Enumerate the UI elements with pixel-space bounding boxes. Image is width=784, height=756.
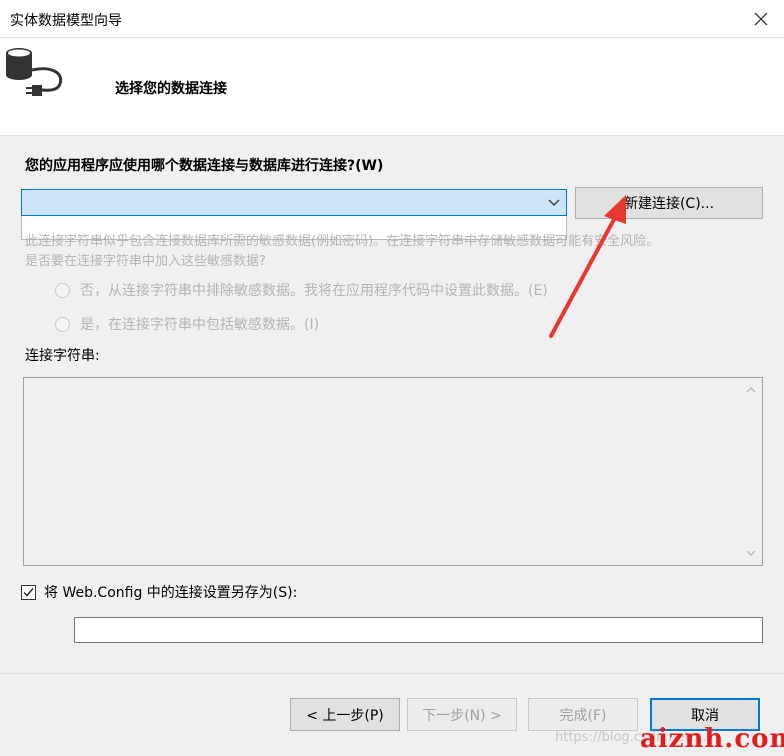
vertical-scrollbar[interactable] bbox=[741, 378, 762, 565]
connection-string-label: 连接字符串: bbox=[25, 348, 100, 364]
include-sensitive-option[interactable]: 是，在连接字符串中包括敏感数据。(I) bbox=[55, 314, 319, 334]
save-settings-label: 将 Web.Config 中的连接设置另存为(S): bbox=[44, 585, 298, 601]
save-settings-row[interactable]: 将 Web.Config 中的连接设置另存为(S): bbox=[21, 582, 297, 602]
new-connection-button[interactable]: 新建连接(C)... bbox=[575, 187, 763, 219]
save-settings-checkbox[interactable] bbox=[21, 584, 36, 600]
exclude-sensitive-option[interactable]: 否，从连接字符串中排除敏感数据。我将在应用程序代码中设置此数据。(E) bbox=[55, 280, 548, 300]
page-title: 选择您的数据连接 bbox=[115, 81, 227, 97]
scroll-down-icon[interactable] bbox=[745, 547, 757, 559]
radio-include[interactable] bbox=[55, 316, 70, 332]
warning-line-1: 此连接字符串似乎包含连接数据库所需的敏感数据(例如密码)。在连接字符串中存储敏感… bbox=[25, 234, 660, 249]
scroll-up-icon[interactable] bbox=[745, 384, 757, 396]
connection-combo[interactable] bbox=[21, 189, 567, 216]
connection-question-label: 您的应用程序应使用哪个数据连接与数据库进行连接?(W) bbox=[25, 158, 384, 174]
checkmark-icon bbox=[23, 587, 34, 597]
footer-divider bbox=[0, 673, 784, 674]
connection-string-textarea[interactable] bbox=[23, 377, 763, 566]
window-title: 实体数据模型向导 bbox=[10, 13, 122, 29]
next-button[interactable]: 下一步(N) > bbox=[407, 698, 517, 731]
radio-exclude[interactable] bbox=[55, 282, 70, 298]
include-option-label: 是，在连接字符串中包括敏感数据。(I) bbox=[80, 317, 320, 333]
database-plug-icon bbox=[6, 48, 63, 96]
exclude-option-label: 否，从连接字符串中排除敏感数据。我将在应用程序代码中设置此数据。(E) bbox=[80, 283, 548, 299]
wizard-header: 选择您的数据连接 bbox=[0, 38, 784, 136]
chevron-down-icon[interactable] bbox=[548, 195, 560, 209]
watermark-brand: aiznh.com bbox=[640, 724, 784, 754]
connection-name-input[interactable] bbox=[74, 617, 763, 643]
close-icon[interactable] bbox=[738, 0, 784, 38]
title-bar: 实体数据模型向导 bbox=[0, 0, 784, 38]
warning-line-2: 是否要在连接字符串中加入这些敏感数据? bbox=[25, 254, 266, 269]
sensitive-data-warning: 此连接字符串似乎包含连接数据库所需的敏感数据(例如密码)。在连接字符串中存储敏感… bbox=[25, 232, 765, 272]
finish-button[interactable]: 完成(F) bbox=[528, 698, 638, 731]
previous-button[interactable]: < 上一步(P) bbox=[290, 698, 400, 731]
